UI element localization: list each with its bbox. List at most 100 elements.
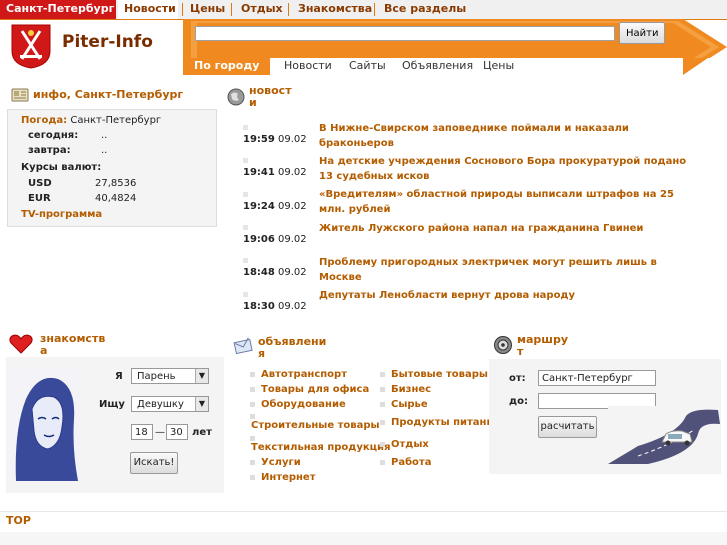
news-time-hm: 18:30 — [243, 301, 275, 312]
ad-bullet — [250, 387, 255, 392]
seek-gender-value: Девушку — [137, 399, 184, 410]
ad-category-link[interactable]: Автотранспорт — [261, 369, 347, 380]
ad-category-link[interactable]: Строительные товары — [251, 420, 380, 431]
ads-title-line1: объявлени — [258, 335, 327, 348]
news-date: 09.02 — [278, 167, 307, 178]
ad-category-link[interactable]: Отдых — [391, 439, 429, 450]
ad-category-link[interactable]: Услуги — [261, 457, 301, 468]
ad-category-link[interactable]: Интернет — [261, 472, 316, 483]
news-bullet — [243, 225, 248, 230]
news-headline-link[interactable]: Житель Лужского района напал на граждани… — [319, 221, 699, 236]
route-title-line2: т — [517, 345, 524, 358]
info-section-title: инфо, Санкт-Петербург — [33, 88, 184, 101]
i-gender-select[interactable]: Парень ▼ — [131, 368, 209, 384]
topnav-item-all-sections[interactable]: Все разделы — [384, 0, 466, 19]
topnav-item-dating[interactable]: Знакомства — [298, 0, 372, 19]
age-from-input[interactable]: 18 — [131, 424, 153, 440]
dating-title-line2: а — [40, 344, 48, 357]
ad-category-link[interactable]: Бытовые товары — [391, 369, 488, 380]
age-to-input[interactable]: 30 — [166, 424, 188, 440]
news-time: 19:24 09.02 — [243, 201, 307, 212]
news-headline-link[interactable]: Депутаты Ленобласти вернут дрова народу — [319, 288, 699, 303]
age-dash: — — [155, 427, 165, 438]
topnav-item-rest[interactable]: Отдых — [241, 0, 283, 19]
eur-value: 40,4824 — [95, 193, 137, 204]
news-time-hm: 19:41 — [243, 167, 275, 178]
news-section-title: новост и — [249, 85, 292, 109]
tomorrow-value: .. — [101, 145, 108, 156]
ad-bullet — [250, 414, 255, 419]
search-input[interactable] — [195, 26, 615, 41]
news-time: 19:59 09.02 — [243, 134, 307, 145]
eur-label: EUR — [28, 193, 51, 204]
ad-bullet — [380, 387, 385, 392]
ad-bullet — [250, 372, 255, 377]
ad-category-link[interactable]: Оборудование — [261, 399, 346, 410]
ad-category-link[interactable]: Продукты питания — [391, 417, 500, 428]
news-headline-link[interactable]: В Нижне-Свирском заповеднике поймали и н… — [319, 121, 699, 151]
news-bullet — [243, 158, 248, 163]
news-headline-link[interactable]: На детские учреждения Соснового Бора про… — [319, 154, 699, 184]
news-bullet — [243, 125, 248, 130]
ad-category-link[interactable]: Товары для офиса — [261, 384, 369, 395]
news-title-line2: и — [249, 96, 257, 109]
ad-bullet — [380, 420, 385, 425]
car-road-image — [608, 406, 720, 464]
news-date: 09.02 — [278, 134, 307, 145]
ad-bullet — [380, 442, 385, 447]
chevron-down-icon: ▼ — [195, 397, 208, 411]
subnav-item-news[interactable]: Новости — [284, 58, 332, 75]
seek-label: Ищу — [99, 399, 125, 410]
weather-row: Погода: Санкт-Петербург — [21, 115, 161, 126]
heart-icon — [9, 334, 33, 354]
subnav-item-ads[interactable]: Объявления — [402, 58, 473, 75]
news-date: 09.02 — [278, 267, 307, 278]
ad-category-link[interactable]: Бизнес — [391, 384, 431, 395]
ad-category-link[interactable]: Сырье — [391, 399, 428, 410]
tv-program-link[interactable]: TV-программа — [21, 209, 102, 220]
separator — [182, 3, 183, 16]
top-section-title: TOP — [6, 514, 31, 527]
ad-bullet — [250, 475, 255, 480]
ads-title-line2: я — [258, 347, 266, 360]
news-time-hm: 18:48 — [243, 267, 275, 278]
topnav-item-news[interactable]: Новости — [118, 0, 178, 19]
topnav-item-prices[interactable]: Цены — [190, 0, 225, 19]
news-bullet — [243, 292, 248, 297]
subnav-item-sites[interactable]: Сайты — [349, 58, 386, 75]
subnav-item-city[interactable]: По городу — [183, 58, 271, 75]
seek-gender-select[interactable]: Девушку ▼ — [131, 396, 209, 412]
route-from-input[interactable]: Санкт-Петербург — [538, 370, 656, 386]
today-label: сегодня: — [28, 130, 79, 141]
ad-bullet — [250, 402, 255, 407]
news-time: 19:06 09.02 — [243, 234, 307, 245]
i-gender-value: Парень — [137, 371, 176, 382]
dating-search-button[interactable]: Искать! — [130, 452, 178, 474]
footer-divider — [0, 511, 727, 512]
search-button[interactable]: Найти — [619, 22, 665, 44]
age-unit-label: лет — [192, 427, 212, 438]
separator — [231, 3, 232, 16]
ad-category-link[interactable]: Текстильная продукция — [251, 442, 391, 453]
top-navigation: Санкт-Петербург Новости Цены Отдых Знако… — [0, 0, 727, 20]
globe-icon — [227, 88, 245, 106]
city-emblem-icon — [11, 24, 51, 69]
today-value: .. — [101, 130, 108, 141]
news-bullet — [243, 258, 248, 263]
topnav-item-spb[interactable]: Санкт-Петербург — [0, 0, 116, 19]
news-headline-link[interactable]: «Вредителям» областной природы выписали … — [319, 187, 699, 217]
usd-label: USD — [28, 178, 52, 189]
chevron-down-icon: ▼ — [195, 369, 208, 383]
dating-section-title: знакомств а — [40, 333, 105, 357]
site-logo[interactable]: Piter-Info — [8, 22, 180, 72]
dating-title-line1: знакомств — [40, 332, 106, 345]
route-calculate-button[interactable]: расчитать — [538, 416, 597, 438]
footer-strip — [0, 532, 727, 545]
route-wheel-icon — [494, 336, 512, 354]
weather-link[interactable]: Погода: — [21, 115, 67, 126]
ad-category-link[interactable]: Работа — [391, 457, 431, 468]
weather-city: Санкт-Петербург — [70, 115, 162, 126]
news-headline-link[interactable]: Проблему пригородных электричек могут ре… — [319, 255, 699, 285]
subnav-item-prices[interactable]: Цены — [483, 58, 514, 75]
news-time: 18:48 09.02 — [243, 267, 307, 278]
